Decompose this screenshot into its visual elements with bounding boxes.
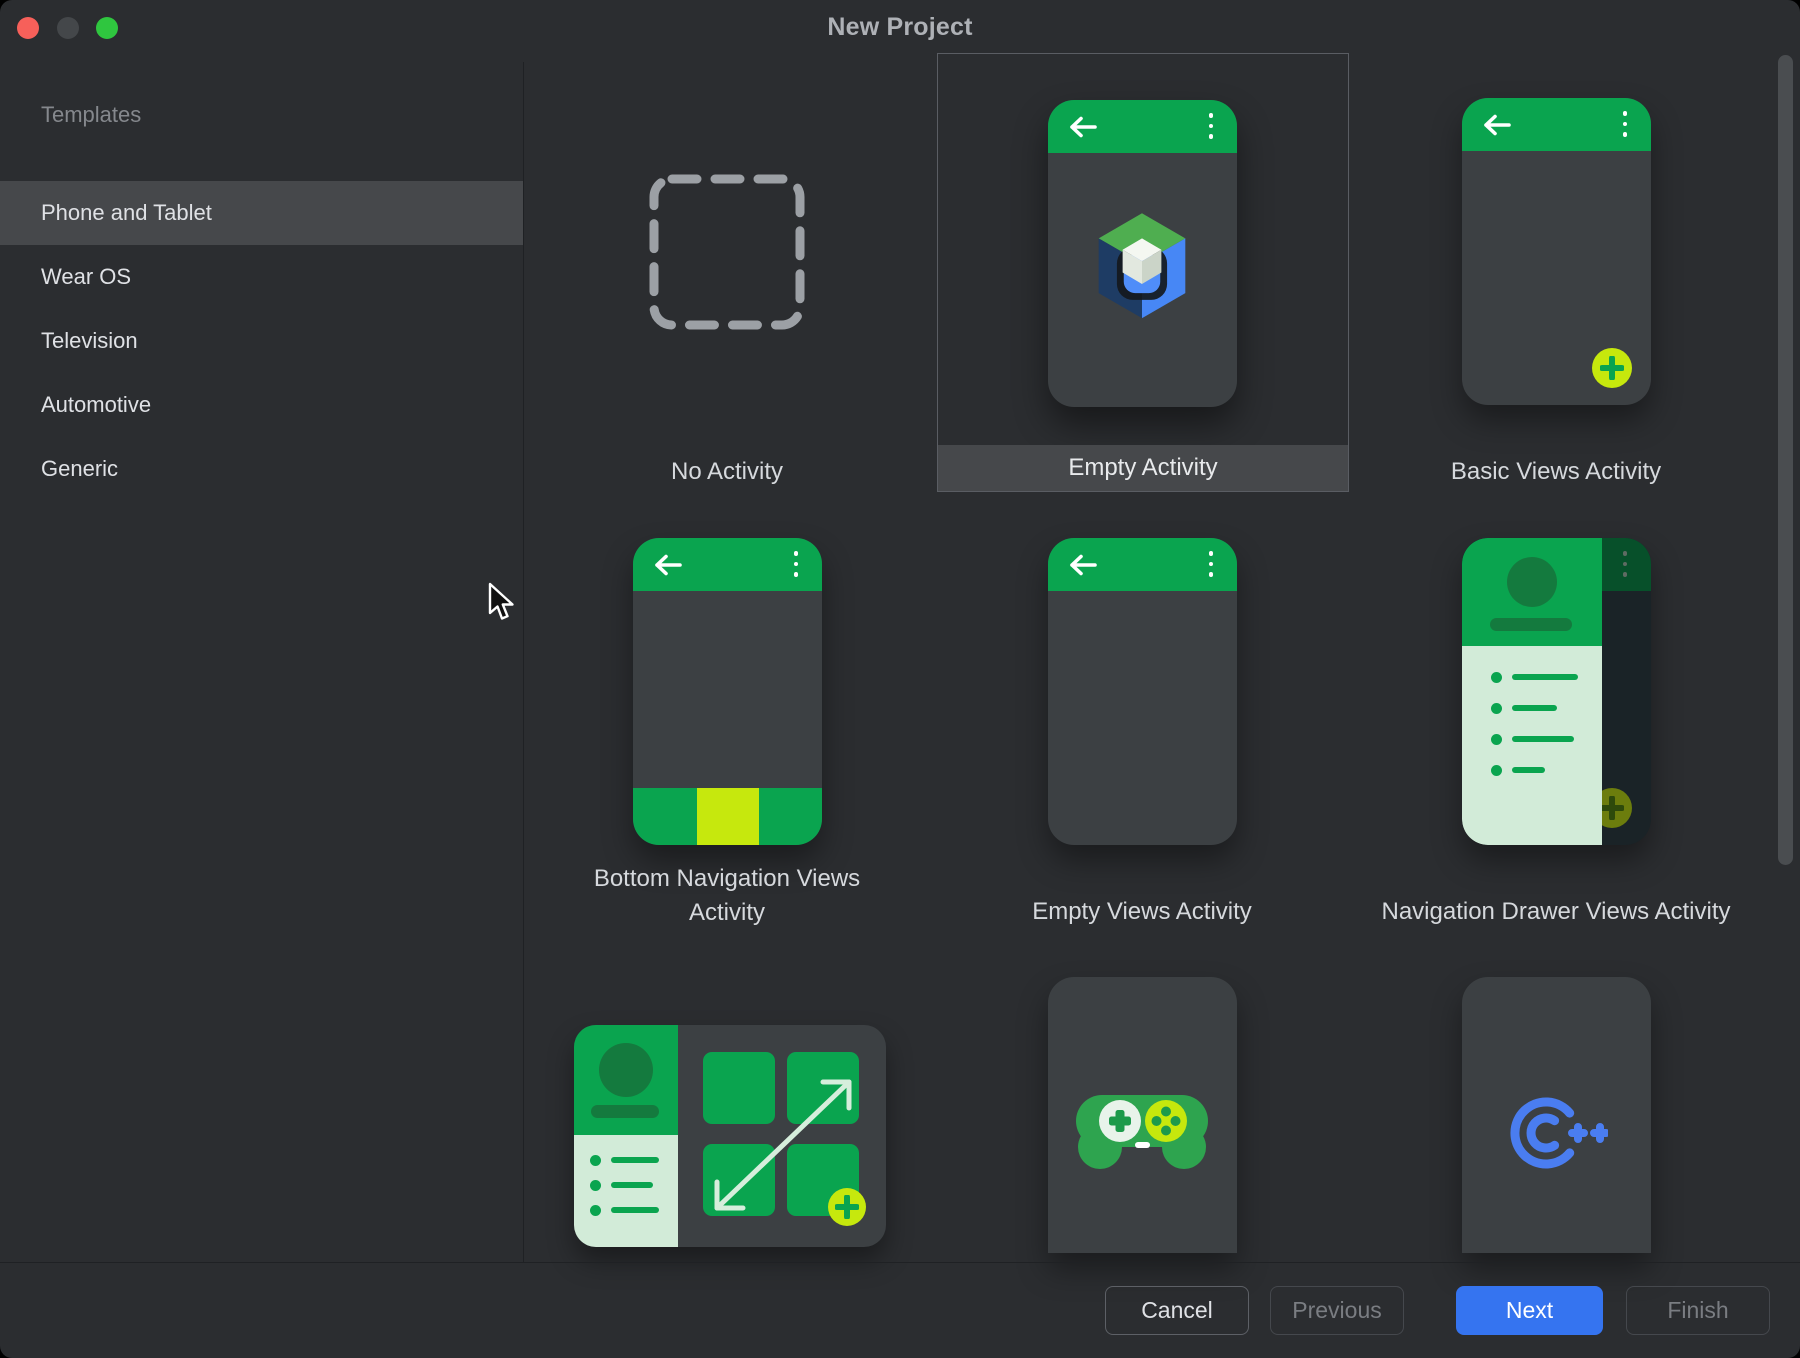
phone-with-bottom-nav-mockup xyxy=(633,538,822,845)
phone-cpp-mockup[interactable] xyxy=(1462,977,1651,1253)
phone-with-fab-mockup xyxy=(1462,98,1651,405)
cancel-button[interactable]: Cancel xyxy=(1105,1286,1249,1335)
card-label: Bottom Navigation Views Activity xyxy=(562,862,892,930)
phone-with-nav-drawer-mockup xyxy=(1462,538,1651,845)
cursor-pointer xyxy=(487,582,517,624)
drawer-name-bar xyxy=(1490,618,1572,631)
finish-button: Finish xyxy=(1626,1286,1770,1335)
sidebar-item-phone-and-tablet[interactable]: Phone and Tablet xyxy=(0,181,523,245)
fab-plus-icon xyxy=(1592,348,1632,388)
overflow-menu-icon xyxy=(1623,551,1628,577)
mockup-toolbar xyxy=(1048,538,1237,591)
templates-header: Templates xyxy=(41,102,141,128)
avatar xyxy=(1507,557,1557,607)
card-label-selected: Empty Activity xyxy=(938,445,1348,491)
back-arrow-icon xyxy=(1068,554,1098,576)
sidebar-item-generic[interactable]: Generic xyxy=(0,437,523,501)
jetpack-compose-logo xyxy=(1085,208,1199,328)
drawer-header xyxy=(574,1025,678,1135)
card-label: Navigation Drawer Views Activity xyxy=(1346,895,1766,929)
back-arrow-icon xyxy=(1482,114,1512,136)
drawer-list xyxy=(1462,646,1602,845)
previous-button: Previous xyxy=(1270,1286,1404,1335)
back-arrow-icon xyxy=(1068,116,1098,138)
back-arrow-icon xyxy=(653,554,683,576)
cpp-logo-icon xyxy=(1508,1094,1608,1172)
wizard-footer: Cancel Previous Next Finish xyxy=(0,1262,1800,1358)
card-label: Basic Views Activity xyxy=(1406,455,1706,489)
overflow-menu-icon xyxy=(794,551,799,577)
sidebar-item-automotive[interactable]: Automotive xyxy=(0,373,523,437)
card-label: No Activity xyxy=(577,455,877,489)
mockup-toolbar xyxy=(1462,98,1651,151)
drawer-list xyxy=(574,1135,678,1247)
overflow-menu-icon xyxy=(1209,551,1214,577)
titlebar: New Project xyxy=(0,0,1800,62)
bottom-nav-bar xyxy=(633,788,822,845)
bottom-nav-selected-tab xyxy=(697,788,759,845)
card-label: Empty Views Activity xyxy=(992,895,1292,929)
phone-with-toolbar-mockup xyxy=(1048,538,1237,845)
next-button[interactable]: Next xyxy=(1456,1286,1603,1335)
overflow-menu-icon xyxy=(1623,111,1628,137)
tablet-adaptive-layout-mockup[interactable] xyxy=(574,1025,886,1247)
mockup-toolbar xyxy=(1048,100,1237,153)
scrollbar-thumb[interactable] xyxy=(1778,55,1793,865)
game-controller-icon xyxy=(1076,1087,1208,1173)
fab-plus-icon xyxy=(828,1188,866,1226)
nav-drawer-panel xyxy=(1462,538,1602,845)
mockup-toolbar xyxy=(633,538,822,591)
drawer-header xyxy=(1462,538,1602,646)
new-project-window: New Project Templates Phone and Tablet W… xyxy=(0,0,1800,1358)
overflow-menu-icon xyxy=(1209,113,1214,139)
card-empty-activity[interactable]: Empty Activity xyxy=(937,53,1349,492)
sidebar-divider xyxy=(523,62,524,1262)
dashed-square-icon xyxy=(649,174,805,330)
sidebar-item-wear-os[interactable]: Wear OS xyxy=(0,245,523,309)
sidebar-item-television[interactable]: Television xyxy=(0,309,523,373)
phone-game-controller-mockup[interactable] xyxy=(1048,977,1237,1253)
window-title: New Project xyxy=(0,13,1800,42)
compose-logo-phone-mockup xyxy=(1048,100,1237,407)
